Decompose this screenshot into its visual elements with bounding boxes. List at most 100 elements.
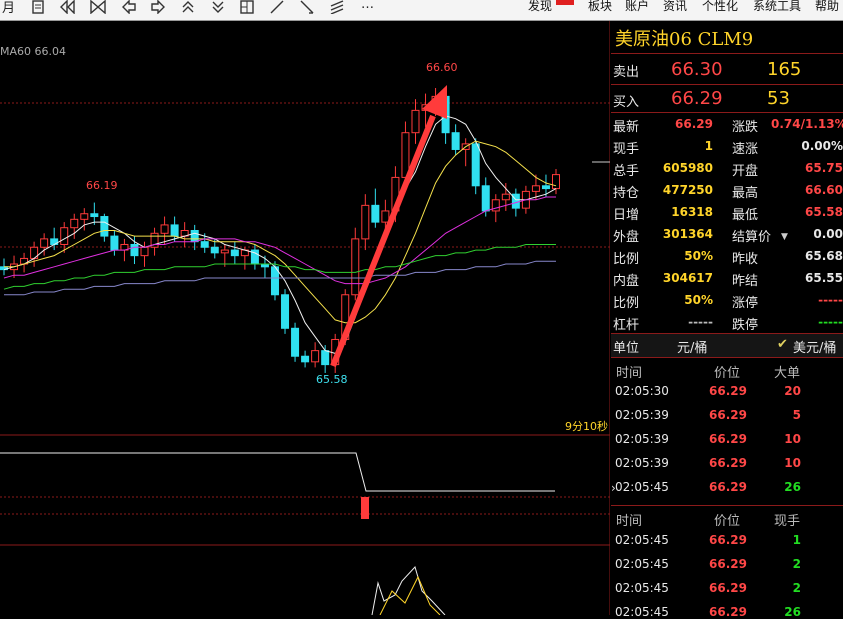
ma-line-ma120 bbox=[4, 260, 556, 296]
volume-ma-line bbox=[379, 575, 441, 615]
stat-label: 涨停 bbox=[732, 296, 759, 311]
stat-value: 65.68 bbox=[805, 249, 843, 263]
candle-body bbox=[361, 204, 370, 240]
row-price: 66.29 bbox=[709, 384, 747, 398]
diamond-left-icon[interactable] bbox=[60, 0, 76, 18]
stat-label: 外盘 bbox=[613, 230, 640, 245]
row-time: 02:05:45 bbox=[615, 581, 669, 595]
row-time: 02:05:45 bbox=[615, 533, 669, 547]
new-badge bbox=[556, 0, 574, 5]
menu-system-tools[interactable]: 系统工具 bbox=[753, 0, 801, 14]
stat-label: 涨跌 bbox=[732, 120, 759, 135]
stat-label: 最高 bbox=[732, 186, 759, 201]
buy-qty: 53 bbox=[767, 88, 790, 109]
row-pointer-icon: › bbox=[611, 481, 616, 495]
candle-body bbox=[321, 350, 330, 366]
row-time: 02:05:39 bbox=[615, 456, 669, 470]
stat-value: 50% bbox=[684, 293, 713, 307]
row-price: 66.29 bbox=[709, 456, 747, 470]
month-icon[interactable]: 月 bbox=[2, 0, 15, 16]
arrow-right-icon[interactable] bbox=[150, 0, 166, 18]
stat-value: 304617 bbox=[662, 271, 713, 285]
menu-account[interactable]: 账户 bbox=[625, 0, 649, 14]
candle-body bbox=[130, 243, 139, 257]
stat-label: 内盘 bbox=[613, 274, 640, 289]
stat-label: 最新 bbox=[613, 120, 640, 135]
menu-personalize[interactable]: 个性化 bbox=[702, 0, 738, 14]
unit-value[interactable]: 元/桶 bbox=[677, 337, 707, 356]
ticks-header-qty: 现手 bbox=[774, 514, 801, 529]
parallel-lines-icon[interactable] bbox=[330, 0, 344, 18]
row-time: 02:05:30 bbox=[615, 384, 669, 398]
file-icon[interactable] bbox=[31, 0, 45, 18]
grid-icon[interactable] bbox=[240, 0, 254, 18]
ma60-label: MA60 66.04 bbox=[0, 45, 66, 58]
stat-label: 跌停 bbox=[732, 318, 759, 333]
diagonal-line-icon[interactable] bbox=[300, 0, 314, 18]
stat-value: 477250 bbox=[662, 183, 713, 197]
row-qty: 26 bbox=[784, 605, 801, 619]
settle-dropdown-icon[interactable]: ▼ bbox=[781, 232, 788, 242]
row-price: 66.29 bbox=[709, 557, 747, 571]
candle-body bbox=[481, 185, 490, 212]
ticks-header-price: 价位 bbox=[714, 514, 741, 529]
candle-body bbox=[70, 218, 79, 229]
stat-label: 现手 bbox=[613, 142, 640, 157]
more-icon[interactable]: … bbox=[361, 0, 374, 12]
stat-label: 结算价 bbox=[732, 230, 772, 245]
candle-body bbox=[190, 230, 199, 243]
candle-body bbox=[110, 235, 119, 251]
menu-discover[interactable]: 发现 bbox=[528, 0, 552, 14]
row-price: 66.29 bbox=[709, 533, 747, 547]
stat-label: 杠杆 bbox=[613, 318, 640, 333]
candle-body bbox=[210, 246, 219, 254]
candle-body bbox=[100, 216, 109, 237]
row-price: 66.29 bbox=[709, 605, 747, 619]
stat-value: 301364 bbox=[662, 227, 713, 241]
row-time: 02:05:45 bbox=[615, 557, 669, 571]
row-time: 02:05:45 bbox=[615, 605, 669, 619]
candle-body bbox=[501, 193, 510, 201]
unit-option-label[interactable]: 美元/桶 bbox=[793, 337, 836, 356]
menu-sector[interactable]: 板块 bbox=[588, 0, 612, 14]
local-high-label: 66.19 bbox=[86, 179, 118, 192]
candle-body bbox=[552, 174, 560, 190]
candle-body bbox=[351, 238, 360, 296]
candle-body bbox=[90, 213, 99, 218]
menu-news[interactable]: 资讯 bbox=[663, 0, 687, 14]
arrow-left-icon[interactable] bbox=[121, 0, 137, 18]
stat-label: 比例 bbox=[613, 252, 640, 267]
candle-body bbox=[291, 327, 300, 357]
sell-qty: 165 bbox=[767, 59, 802, 80]
candle-group bbox=[0, 88, 560, 373]
stat-label: 持仓 bbox=[613, 186, 640, 201]
candle-body bbox=[40, 238, 49, 248]
double-down-icon[interactable] bbox=[211, 0, 225, 18]
candle-body bbox=[160, 224, 169, 234]
stat-label: 比例 bbox=[613, 296, 640, 311]
line-icon[interactable] bbox=[270, 0, 284, 18]
volume-line bbox=[371, 566, 446, 615]
row-qty: 20 bbox=[784, 384, 801, 398]
row-time: 02:05:45 bbox=[615, 480, 669, 494]
stat-value: 50% bbox=[684, 249, 713, 263]
unit-label: 单位 bbox=[613, 341, 640, 356]
stat-value: ----- bbox=[818, 293, 843, 307]
indicator-bar bbox=[361, 497, 369, 519]
menu-help[interactable]: 帮助 bbox=[815, 0, 839, 14]
kline-chart[interactable]: MA60 66.04 66.60 65.58 66.19 9分10秒 bbox=[0, 21, 610, 615]
candle-body bbox=[411, 109, 420, 134]
double-up-icon[interactable] bbox=[181, 0, 195, 18]
candle-body bbox=[471, 143, 480, 187]
unit-option-checkbox[interactable]: ✔ bbox=[777, 337, 788, 352]
stat-label: 日增 bbox=[613, 208, 640, 223]
sell-price: 66.30 bbox=[671, 59, 723, 80]
high-label: 66.60 bbox=[426, 61, 458, 74]
candle-body bbox=[541, 185, 550, 190]
big-orders-header-qty: 大单 bbox=[774, 366, 801, 381]
candle-body bbox=[200, 241, 209, 248]
stat-value: 65.55 bbox=[805, 271, 843, 285]
stat-label: 昨收 bbox=[732, 252, 759, 267]
row-qty: 1 bbox=[792, 533, 801, 547]
bowtie-icon[interactable] bbox=[90, 0, 106, 18]
